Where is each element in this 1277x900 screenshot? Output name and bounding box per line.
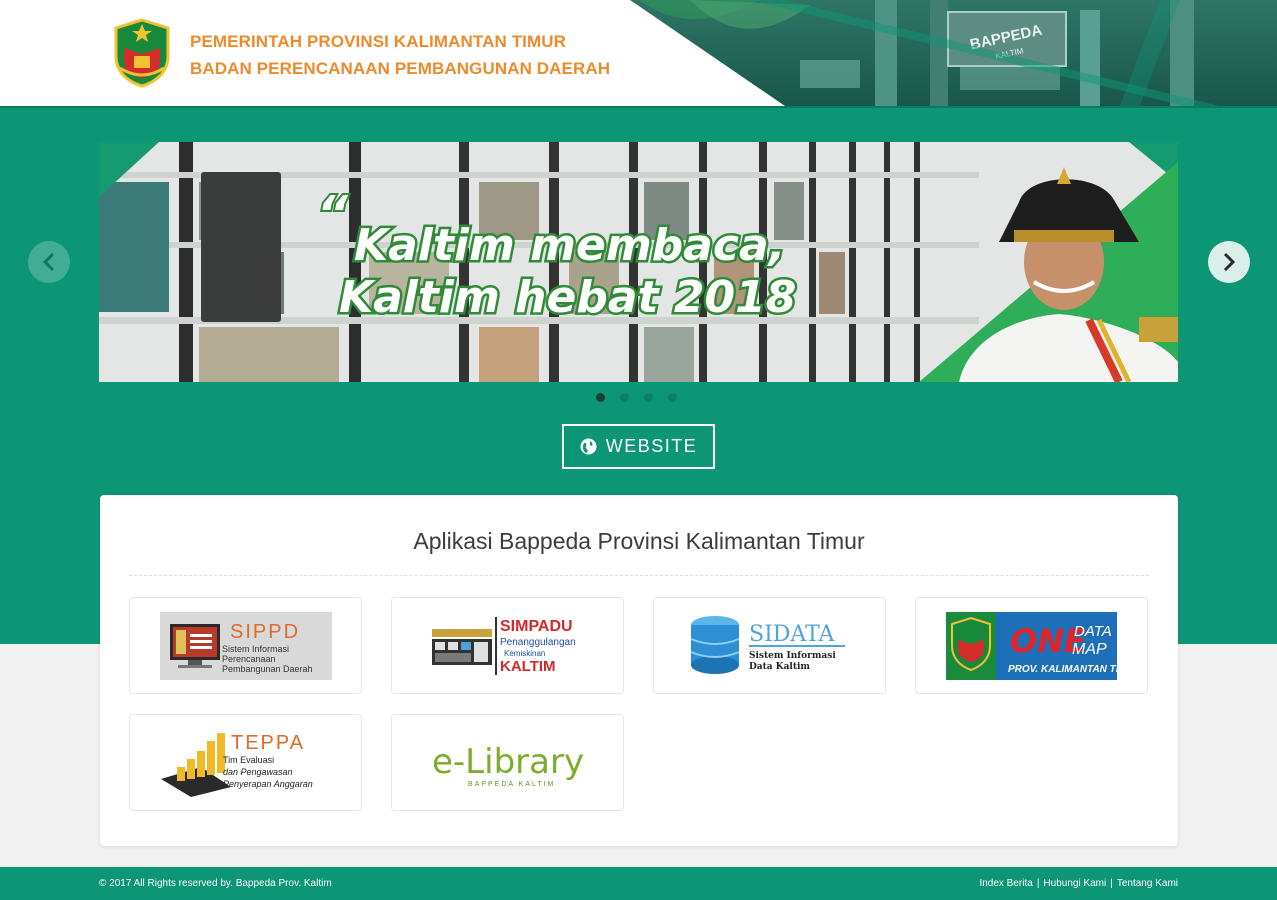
e-library-title: e-Library [432,742,584,782]
header-building-photo: BAPPEDA KALTIM [630,0,1277,106]
simpadu-desc-3: KALTIM [500,658,556,675]
hero-slider[interactable]: “ Kaltim membaca, Kaltim hebat 2018 [99,142,1178,382]
footer-links: Index Berita | Hubungi Kami | Tentang Ka… [979,878,1178,889]
site-title-line-1: PEMERINTAH PROVINSI KALIMANTAN TIMUR [190,32,567,51]
app-card-teppa[interactable]: TEPPA Tim Evaluasi dan Pengawasan Penyer… [129,714,362,811]
slider-dot-2[interactable] [620,393,629,402]
site-header: BAPPEDA KALTIM PEMERINTAH PROVINSI KALIM… [0,0,1277,106]
slider-dot-4[interactable] [668,393,677,402]
website-button[interactable]: WEBSITE [562,424,715,469]
app-card-simpadu[interactable]: SIMPADU Penanggulangan Kemiskinan KALTIM [391,597,624,694]
sippd-desc-2: Perencanaan [222,654,276,664]
sippd-title: SIPPD [230,621,300,643]
app-card-e-library[interactable]: e-Library BAPPEDA KALTIM [391,714,624,811]
sidata-desc-2: Data Kaltim [749,662,810,672]
one-data-map-word-2: DATA [1074,623,1112,640]
e-library-subtitle: BAPPEDA KALTIM [468,781,555,788]
one-data-map-word-3: MAP [1072,641,1107,658]
e-library-logo: e-Library BAPPEDA KALTIM [432,742,584,788]
slide-quote-mark: “ [317,186,349,242]
sippd-desc-1: Sistem Informasi [222,644,289,654]
footer-separator: | [1110,878,1113,889]
website-button-label: WEBSITE [605,436,698,456]
sidata-title: SIDATA [749,622,836,647]
sidata-logo: SIDATA Sistem Informasi Data Kaltim [690,615,845,674]
apps-panel-title: Aplikasi Bappeda Provinsi Kalimantan Tim… [413,528,865,554]
sidata-desc-1: Sistem Informasi [749,651,836,661]
app-card-sippd[interactable]: SIPPD Sistem Informasi Perencanaan Pemba… [129,597,362,694]
app-card-one-data-map[interactable]: ONE DATA MAP PROV. KALIMANTAN TIMUR [915,597,1148,694]
one-data-map-logo: ONE DATA MAP PROV. KALIMANTAN TIMUR [946,611,1117,680]
one-data-map-subtitle: PROV. KALIMANTAN TIMUR [1008,664,1117,675]
slide-banner-image: “ Kaltim membaca, Kaltim hebat 2018 [99,142,1178,382]
simpadu-desc-1: Penanggulangan [500,637,576,648]
footer-link-tentang-kami[interactable]: Tentang Kami [1117,878,1178,889]
province-emblem-logo [114,18,170,88]
slider-prev-button[interactable] [28,241,70,283]
apps-panel: Aplikasi Bappeda Provinsi Kalimantan Tim… [100,495,1178,846]
footer-link-hubungi-kami[interactable]: Hubungi Kami [1043,878,1106,889]
sippd-logo: SIPPD Sistem Informasi Perencanaan Pemba… [159,611,332,680]
footer-copyright: © 2017 All Rights reserved by. Bappeda P… [99,878,332,889]
footer-link-index-berita[interactable]: Index Berita [979,878,1032,889]
teppa-logo: TEPPA Tim Evaluasi dan Pengawasan Penyer… [160,732,313,797]
teppa-desc-1: Tim Evaluasi [223,755,274,765]
simpadu-logo: SIMPADU Penanggulangan Kemiskinan KALTIM [431,616,576,675]
slider-dot-3[interactable] [644,393,653,402]
site-footer: © 2017 All Rights reserved by. Bappeda P… [0,867,1277,900]
simpadu-title: SIMPADU [500,618,573,635]
slide-headline-line-1: Kaltim membaca, [354,220,785,271]
teppa-title: TEPPA [231,732,305,754]
teppa-desc-3: Penyerapan Anggaran [223,779,313,789]
slider-dot-1[interactable] [596,393,605,402]
chevron-right-icon [1223,252,1236,272]
panel-divider [129,575,1149,576]
app-card-sidata[interactable]: SIDATA Sistem Informasi Data Kaltim [653,597,886,694]
teppa-desc-2: dan Pengawasan [223,767,293,777]
slide-headline-line-2: Kaltim hebat 2018 [339,272,796,323]
globe-icon [580,438,597,455]
slider-indicators [596,393,677,402]
site-title-line-2: BADAN PERENCANAAN PEMBANGUNAN DAERAH [190,59,611,78]
slider-next-button[interactable] [1208,241,1250,283]
simpadu-desc-2: Kemiskinan [504,649,545,658]
sippd-desc-3: Pembangunan Daerah [222,664,313,674]
site-title: PEMERINTAH PROVINSI KALIMANTAN TIMUR BAD… [190,28,610,82]
chevron-left-icon [42,252,55,272]
footer-separator: | [1036,878,1040,889]
